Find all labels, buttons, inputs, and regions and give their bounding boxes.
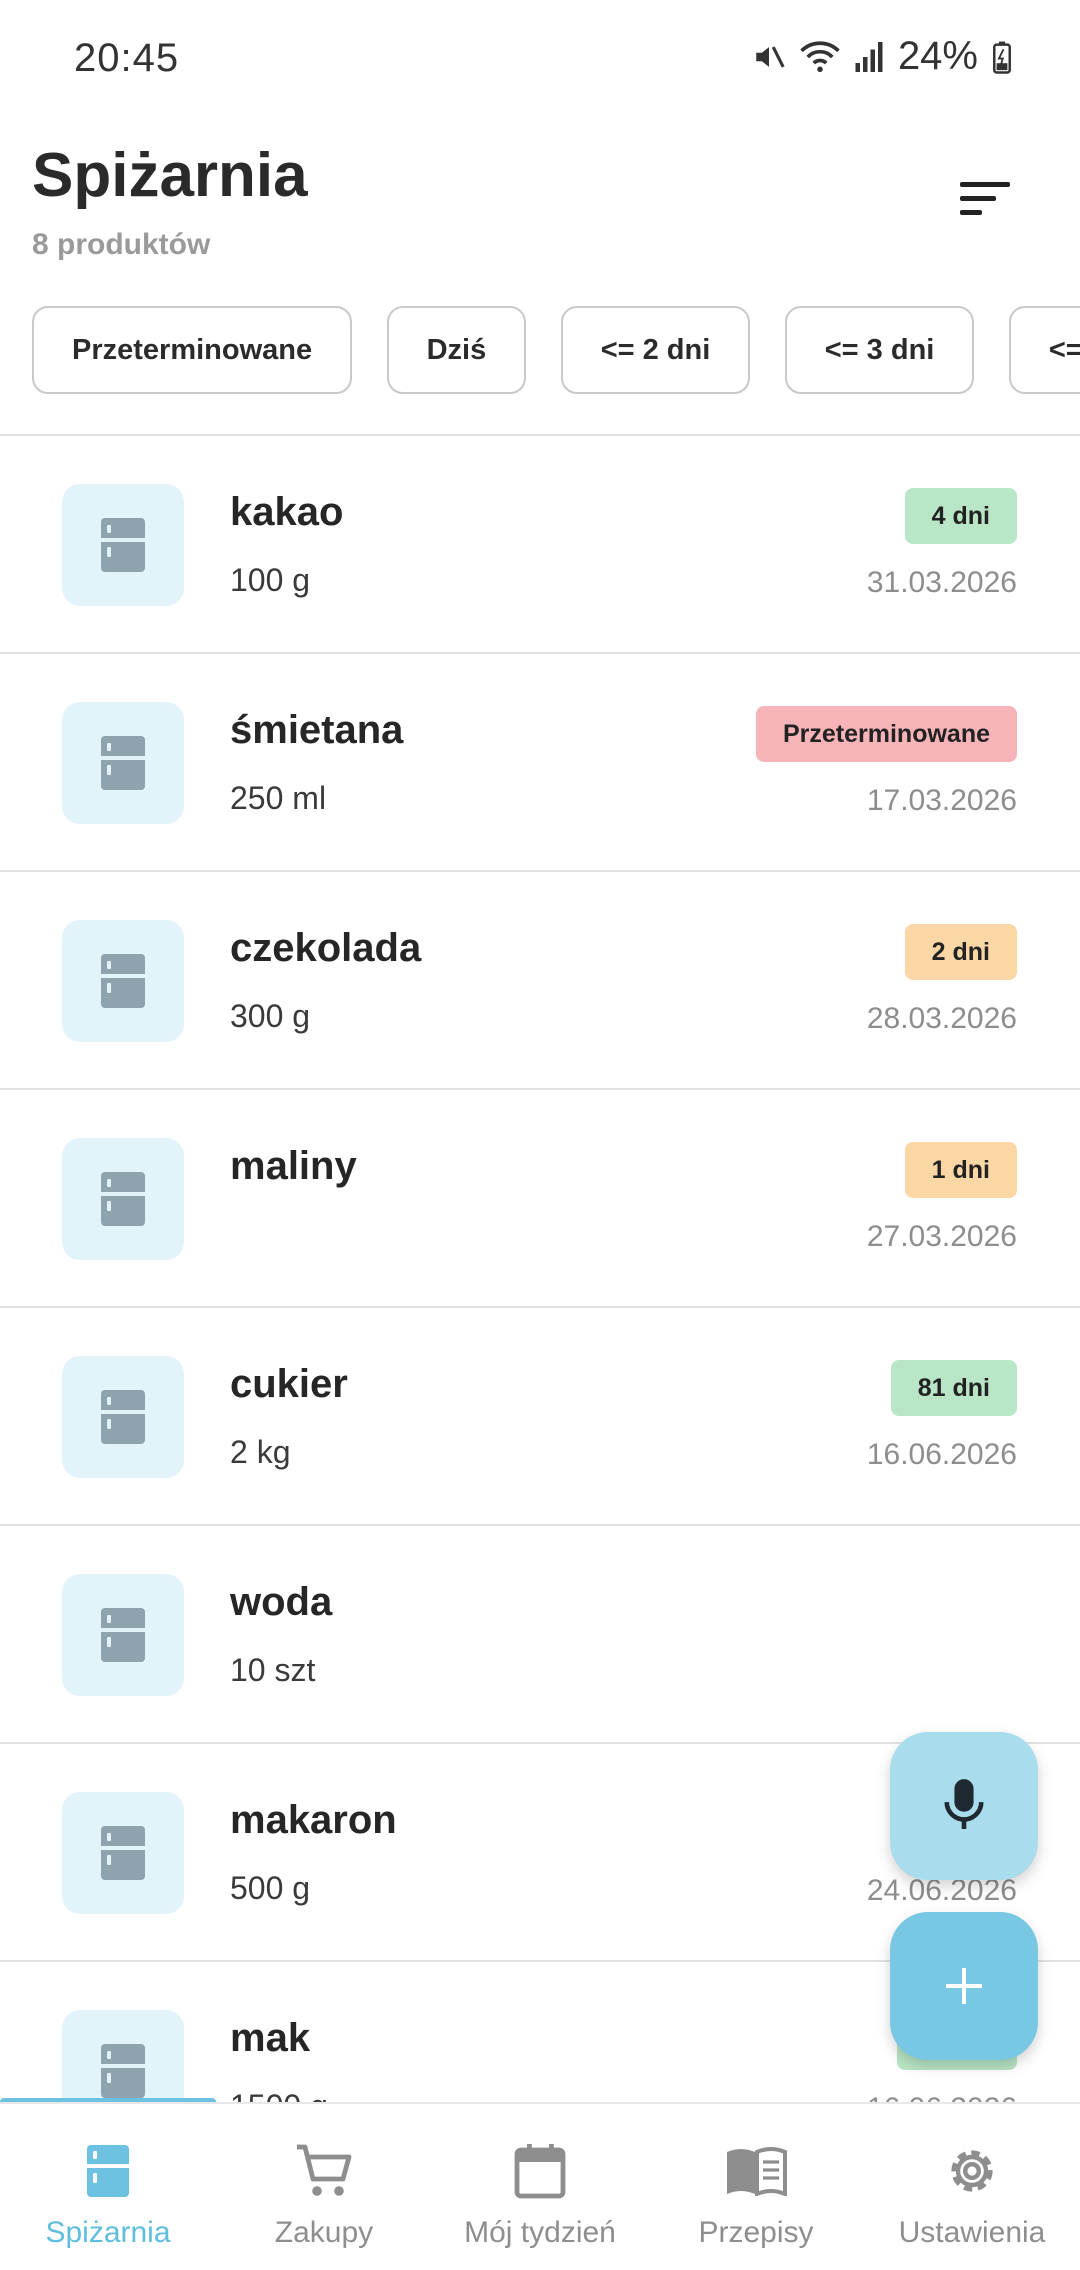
- expiry-badge: 1 dni: [904, 1142, 1017, 1198]
- book-icon: [725, 2140, 787, 2202]
- fridge-icon: [62, 1792, 184, 1914]
- product-name: makaron: [230, 1798, 397, 1842]
- expiry-date: 27.03.2026: [866, 1220, 1017, 1253]
- add-product-button[interactable]: [890, 1912, 1038, 2060]
- filter-chip-2-days[interactable]: <= 2 dni: [560, 306, 751, 394]
- voice-input-button[interactable]: [890, 1732, 1038, 1880]
- nav-label: Spiżarnia: [45, 2216, 171, 2249]
- sort-button[interactable]: [950, 170, 1020, 226]
- product-quantity: 300 g: [230, 998, 311, 1034]
- nav-label: Mój tydzień: [464, 2216, 616, 2249]
- product-quantity: 2 kg: [230, 1434, 291, 1470]
- product-name: czekolada: [230, 926, 422, 970]
- product-name: cukier: [230, 1362, 348, 1406]
- product-quantity: 100 g: [230, 562, 311, 598]
- product-quantity: 10 szt: [230, 1652, 316, 1688]
- filter-chips: Przeterminowane Dziś <= 2 dni <= 3 dni <…: [32, 306, 1080, 396]
- nav-item-shopping[interactable]: Zakupy: [216, 2104, 432, 2270]
- expiry-date: 28.03.2026: [866, 1002, 1017, 1035]
- nav-label: Zakupy: [274, 2216, 374, 2249]
- nav-item-recipes[interactable]: Przepisy: [648, 2104, 864, 2270]
- product-quantity: 500 g: [230, 1870, 311, 1906]
- nav-label: Przepisy: [698, 2216, 814, 2249]
- product-name: kakao: [230, 490, 344, 534]
- product-count: 8 produktów: [32, 228, 211, 261]
- page-title: Spiżarnia: [32, 141, 308, 210]
- signal-icon: [854, 40, 884, 74]
- list-item[interactable]: maliny 1 dni 27.03.2026: [0, 1090, 1080, 1308]
- pantry-icon: [85, 2140, 131, 2202]
- cart-icon: [295, 2140, 353, 2202]
- bottom-navigation: Spiżarnia Zakupy Mój tydzień Przepisy Us…: [0, 2102, 1080, 2270]
- nav-item-my-week[interactable]: Mój tydzień: [432, 2104, 648, 2270]
- product-name: woda: [230, 1580, 333, 1624]
- plus-icon: [946, 1968, 982, 2004]
- battery-percent: 24%: [897, 34, 978, 78]
- fridge-icon: [62, 1356, 184, 1478]
- filter-chip-5-days[interactable]: <= 5: [1008, 306, 1080, 394]
- list-item[interactable]: woda 10 szt: [0, 1526, 1080, 1744]
- product-quantity: 250 ml: [230, 780, 327, 816]
- expiry-date: 16.06.2026: [867, 2092, 1017, 2102]
- status-icons: 24%: [752, 34, 1012, 79]
- product-quantity: 1500 g: [230, 2088, 328, 2102]
- microphone-icon: [944, 1779, 984, 1829]
- wifi-icon: [800, 40, 840, 74]
- filter-chip-3-days[interactable]: <= 3 dni: [784, 306, 975, 394]
- status-bar: 20:45 24%: [0, 0, 1080, 122]
- product-name: maliny: [230, 1144, 357, 1188]
- mute-icon: [752, 40, 786, 74]
- fridge-icon: [62, 484, 184, 606]
- fridge-icon: [62, 1138, 184, 1260]
- product-name: mak: [230, 2016, 311, 2060]
- fridge-icon: [62, 920, 184, 1042]
- expiry-badge: 4 dni: [904, 488, 1017, 544]
- list-item[interactable]: cukier 2 kg 81 dni 16.06.2026: [0, 1308, 1080, 1526]
- nav-label: Ustawienia: [898, 2216, 1046, 2249]
- expiry-badge: Przeterminowane: [755, 706, 1017, 762]
- nav-item-pantry[interactable]: Spiżarnia: [0, 2104, 216, 2270]
- fridge-icon: [62, 1574, 184, 1696]
- list-item[interactable]: śmietana 250 ml Przeterminowane 17.03.20…: [0, 654, 1080, 872]
- filter-chip-today[interactable]: Dziś: [386, 306, 527, 394]
- filter-chip-expired[interactable]: Przeterminowane: [32, 306, 353, 394]
- fridge-icon: [62, 2010, 184, 2102]
- expiry-badge: 2 dni: [904, 924, 1017, 980]
- fridge-icon: [62, 702, 184, 824]
- product-name: śmietana: [230, 708, 404, 752]
- expiry-date: 31.03.2026: [866, 566, 1017, 599]
- expiry-badge: 81 dni: [890, 1360, 1017, 1416]
- list-item[interactable]: czekolada 300 g 2 dni 28.03.2026: [0, 872, 1080, 1090]
- nav-item-settings[interactable]: Ustawienia: [864, 2104, 1080, 2270]
- sort-icon: [960, 182, 1010, 215]
- gear-icon: [944, 2140, 1000, 2202]
- expiry-date: 17.03.2026: [866, 784, 1017, 817]
- expiry-date: 16.06.2026: [866, 1438, 1017, 1471]
- list-item[interactable]: kakao 100 g 4 dni 31.03.2026: [0, 436, 1080, 654]
- battery-icon: [992, 40, 1012, 74]
- status-time: 20:45: [74, 36, 180, 80]
- calendar-icon: [513, 2140, 567, 2202]
